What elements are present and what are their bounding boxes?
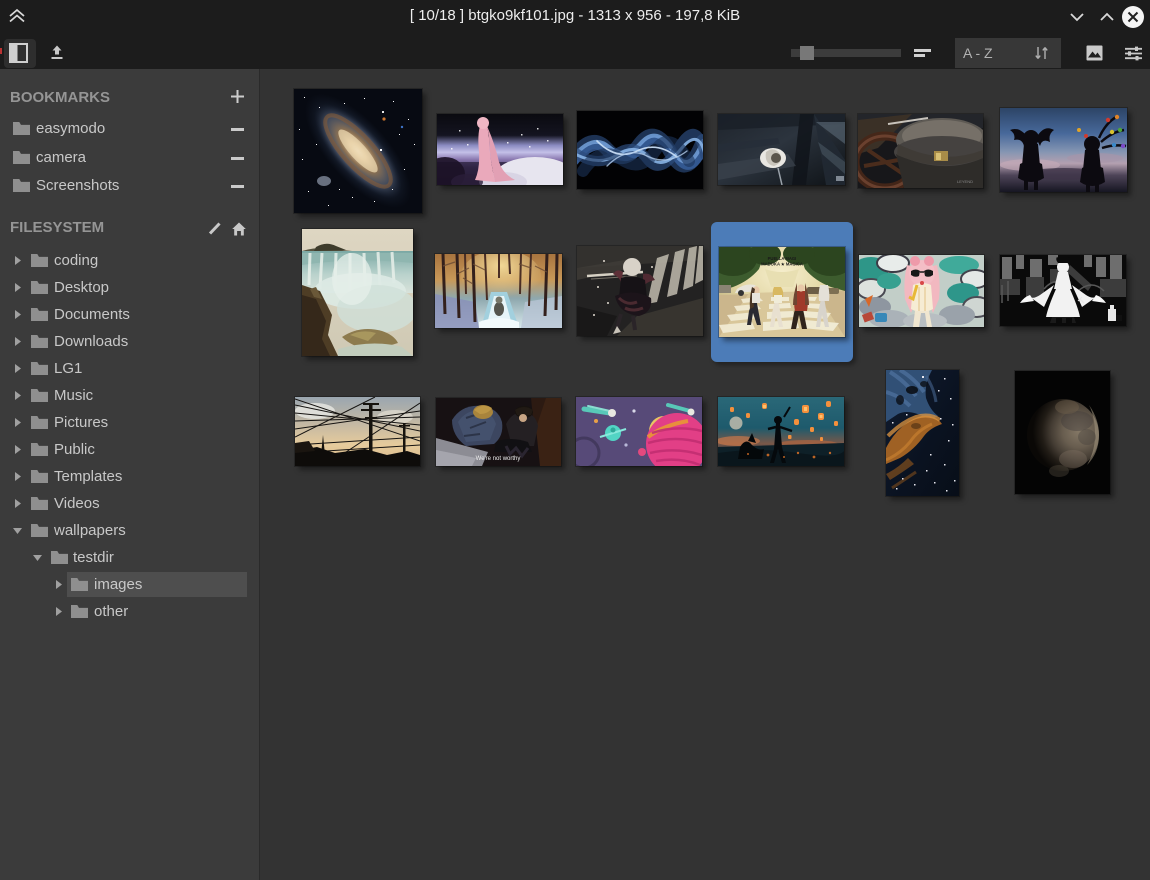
svg-text:MADOKA ★ MAGICA: MADOKA ★ MAGICA xyxy=(761,262,803,267)
svg-text:We're not worthy: We're not worthy xyxy=(476,456,521,462)
svg-text:PUELLA MAGI: PUELLA MAGI xyxy=(768,256,797,261)
svg-text:LEYEND: LEYEND xyxy=(957,179,973,184)
